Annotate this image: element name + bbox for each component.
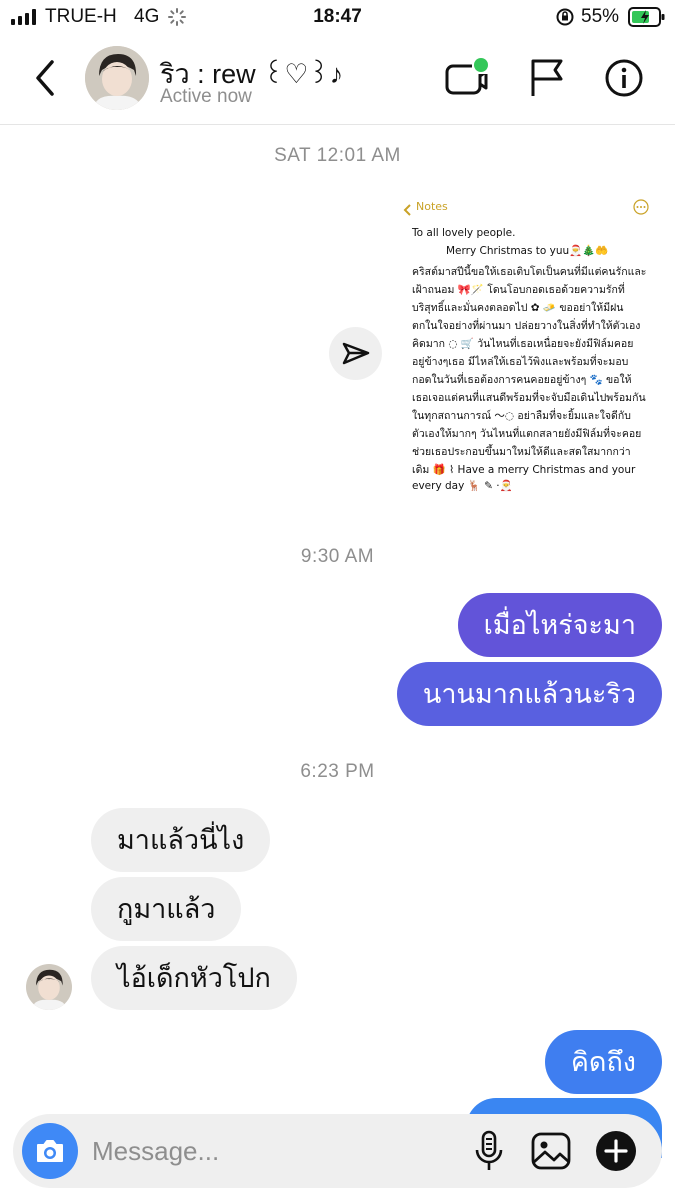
note-line: บริสุทธิ์และมั่นคงตลอดไป ✿ 🧈 ขออย่าให้มี… (412, 302, 624, 314)
outgoing-message[interactable]: นานมากแล้วนะริว (396, 662, 662, 726)
outgoing-message[interactable]: เมื่อไหร่จะมา (457, 593, 662, 657)
notes-back-label: Notes (416, 200, 448, 213)
more-icon (633, 199, 649, 215)
flag-icon[interactable] (528, 58, 566, 98)
shared-note-image[interactable]: Notes To all lovely people. Merry Christ… (403, 193, 655, 513)
header-divider (0, 124, 675, 125)
note-line: เดิม 🎁 ⌇ Have a merry Christmas and your (412, 464, 636, 476)
info-icon[interactable] (604, 58, 644, 98)
note-line: ตัวเองให้มากๆ วันไหนที่แตกสลายยังมีฟิล์ม… (412, 428, 642, 440)
note-line: เฝ้าถนอม 🎀🪄 โดนโอบกอดเธอด้วยความรักที่ (412, 284, 625, 296)
timestamp: 9:30 AM (300, 546, 375, 567)
message-composer: Message... (13, 1114, 662, 1188)
timestamp: 6:23 PM (300, 761, 375, 782)
note-line: Merry Christmas to yuu🎅🎄🤲 (446, 245, 609, 257)
avatar[interactable] (85, 46, 149, 110)
battery-icon (628, 7, 666, 27)
camera-button[interactable] (22, 1123, 78, 1179)
note-line: ช่วยเธอประกอบขึ้นมาใหม่ให้ดีและสดใสมากกว… (412, 446, 631, 458)
microphone-icon[interactable] (471, 1130, 507, 1172)
video-call-icon[interactable] (444, 56, 490, 98)
note-line: คริสต์มาสปีนี้ขอให้เธอเติบโตเป็นคนที่มีแ… (412, 266, 647, 278)
timestamp: SAT 12:01 AM (274, 145, 401, 166)
note-line: อยู่ข้างๆเธอ มีไหล่ให้เธอไว้พิงและพร้อมท… (412, 356, 629, 368)
note-line: ในทุกสถานการณ์ ～◌ อย่าลืมที่จะยิ้มและใจด… (412, 410, 631, 422)
battery-percent: 55% (581, 6, 620, 27)
chevron-left-icon (403, 201, 413, 216)
back-button[interactable] (28, 58, 64, 98)
add-button[interactable] (596, 1131, 636, 1171)
note-line: To all lovely people. (412, 227, 516, 239)
gallery-icon[interactable] (530, 1131, 572, 1171)
share-button[interactable] (329, 327, 382, 380)
incoming-message[interactable]: มาแล้วนี่ไง (91, 808, 271, 872)
outgoing-message[interactable]: คิดถึง (544, 1030, 662, 1094)
note-line: เธอเจอแต่คนที่แสนดีพร้อมที่จะจับมือเดินไ… (412, 392, 646, 404)
note-line: every day 🦌 ✎ ·🎅 (412, 480, 513, 492)
rotation-lock-icon (555, 7, 575, 27)
sender-avatar[interactable] (26, 964, 72, 1010)
message-input[interactable]: Message... (92, 1136, 219, 1167)
note-line: คิดมาก ◌ 🛒 วันไหนที่เธอเหนื่อยจะยังมีฟิล… (412, 338, 634, 350)
incoming-message[interactable]: กูมาแล้ว (91, 877, 242, 941)
active-status: Active now (160, 86, 252, 107)
note-line: ตกในใจอย่างที่ผ่านมา ปล่อยวางในสิ่งที่ทำ… (412, 320, 641, 332)
note-line: กอดในวันที่เธอต้องการคนคอยอยู่ข้างๆ 🐾 ขอ… (412, 374, 632, 386)
incoming-message[interactable]: ไอ้เด็กหัวโปก (91, 946, 297, 1010)
